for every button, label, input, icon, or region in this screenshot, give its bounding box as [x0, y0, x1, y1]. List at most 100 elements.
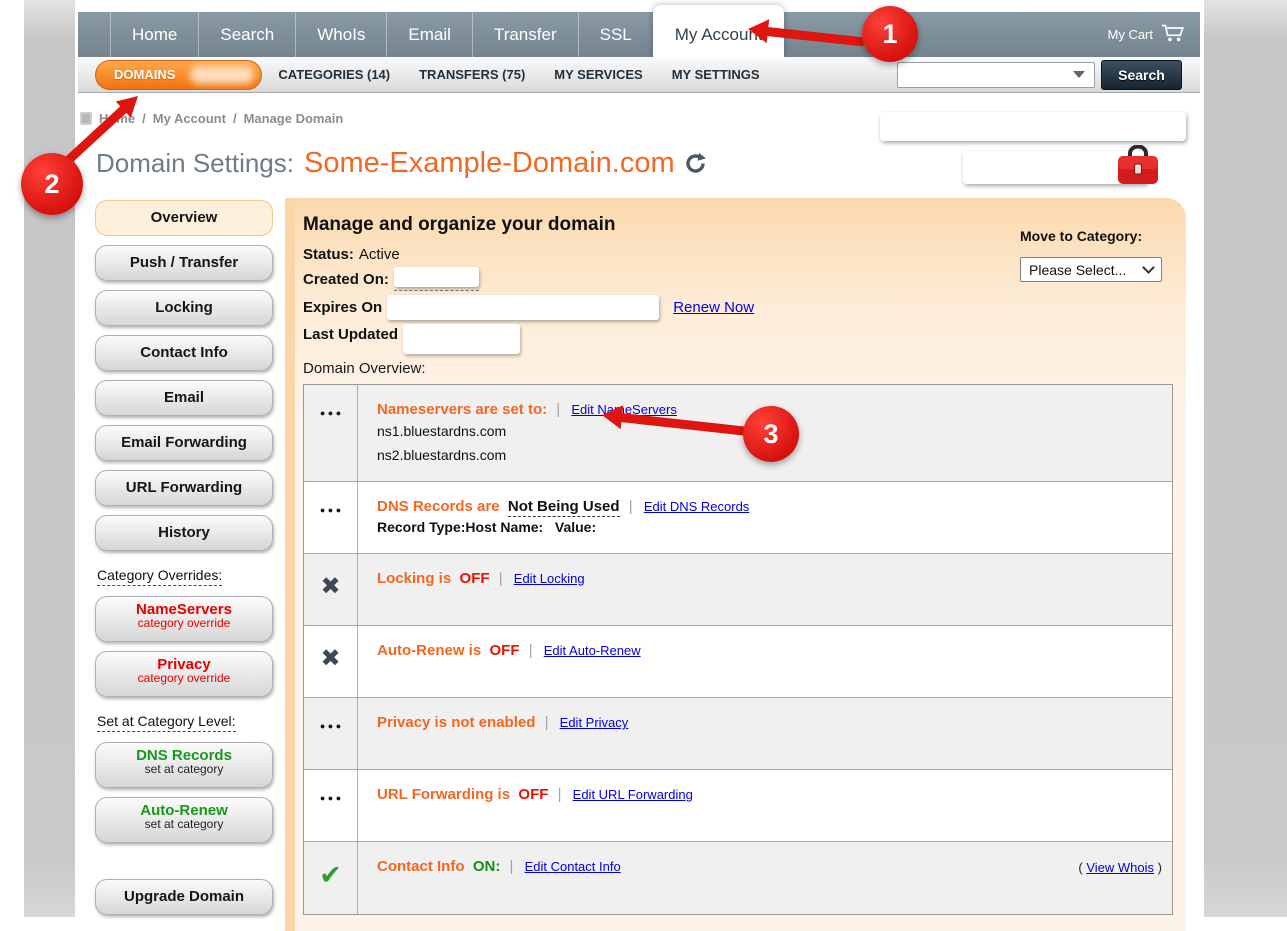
- separator: |: [545, 714, 549, 731]
- nameserver-value: ns1.bluestardns.com: [377, 421, 677, 442]
- row-title-segment: Privacy is not enabled: [377, 714, 535, 731]
- updated-line: Last Updated: [303, 324, 1166, 344]
- domain-settings-sidebar: Overview Push / Transfer Locking Contact…: [95, 200, 285, 924]
- subnav-tab[interactable]: MY SETTINGS: [672, 67, 760, 82]
- row-title-segment: Not Being Used: [508, 498, 620, 517]
- top-nav-tab[interactable]: SSL: [578, 12, 653, 57]
- table-row: Auto-Renew is OFF | Edit Auto-Renew: [304, 626, 1172, 698]
- domain-search-select[interactable]: [897, 62, 1095, 88]
- move-to-category-select[interactable]: Please Select...: [1020, 257, 1162, 282]
- updated-label: Last Updated: [303, 326, 398, 343]
- breadcrumb-item-label: My Account: [153, 111, 226, 126]
- toolbox-icon[interactable]: [1115, 145, 1161, 192]
- sidebar-tab[interactable]: Push / Transfer: [95, 245, 273, 281]
- window-edge-left: [24, 0, 76, 917]
- breadcrumb-item[interactable]: Manage Domain /: [244, 111, 344, 126]
- sidebar-tab[interactable]: Contact Info: [95, 335, 273, 371]
- top-nav-tab[interactable]: Transfer: [472, 12, 578, 57]
- top-nav-tab[interactable]: My Account: [653, 5, 784, 57]
- redacted-updated-date: [403, 324, 520, 354]
- window-edge-right: [1204, 0, 1287, 917]
- breadcrumb-home-icon: [80, 112, 92, 125]
- refresh-icon[interactable]: [684, 152, 707, 175]
- separator: |: [629, 498, 633, 515]
- search-button[interactable]: Search: [1101, 60, 1182, 90]
- breadcrumb-item[interactable]: My Account /: [153, 111, 237, 126]
- row-title: DNS Records are Not Being Used | Edit DN…: [377, 498, 749, 515]
- top-nav-tab-label: Email: [408, 25, 451, 45]
- cross-icon: [304, 626, 358, 697]
- edit-link[interactable]: Edit Privacy: [560, 715, 629, 730]
- renew-now-link[interactable]: Renew Now: [673, 299, 754, 316]
- subnav-tab-label: TRANSFERS (75): [419, 67, 525, 82]
- expires-label: Expires On: [303, 299, 382, 316]
- row-title-segment: OFF: [490, 642, 520, 659]
- separator: |: [556, 401, 560, 418]
- row-title: Locking is OFF | Edit Locking: [377, 570, 585, 587]
- domain-overview-label: Domain Overview:: [303, 360, 1166, 377]
- page-title-prefix: Domain Settings:: [96, 148, 294, 179]
- top-nav-tab[interactable]: WhoIs: [295, 12, 386, 57]
- top-navigation: Home Search WhoIs Email Transfer SSL M: [78, 12, 1200, 57]
- subnav-tab-label: DOMAINS: [114, 67, 175, 82]
- breadcrumb-item[interactable]: Home /: [99, 111, 146, 126]
- edit-link[interactable]: Edit NameServers: [571, 402, 676, 417]
- row-right-area: [1162, 770, 1172, 841]
- sidebar-tab[interactable]: URL Forwarding: [95, 470, 273, 506]
- domain-overview-table: Nameservers are set to: | Edit NameServe…: [303, 384, 1173, 915]
- row-right-area: [1162, 626, 1172, 697]
- top-nav-tab[interactable]: Home: [110, 12, 198, 57]
- override-button-subtitle: category override: [96, 671, 272, 685]
- top-nav-tab[interactable]: Search: [198, 12, 295, 57]
- row-title-segment: Auto-Renew is: [377, 642, 485, 659]
- created-label: Created On:: [303, 271, 389, 288]
- view-whois-link[interactable]: View Whois: [1086, 860, 1154, 875]
- row-right-area: ( View Whois ): [1078, 842, 1172, 914]
- edit-link[interactable]: Edit DNS Records: [644, 499, 749, 514]
- row-title: Auto-Renew is OFF | Edit Auto-Renew: [377, 642, 641, 659]
- top-nav-tab-label: My Account: [675, 25, 763, 45]
- top-nav-tab-label: Search: [220, 25, 274, 45]
- category-override-button[interactable]: Privacy category override: [95, 651, 273, 697]
- edit-link[interactable]: Edit Auto-Renew: [544, 643, 641, 658]
- row-title-segment: OFF: [518, 786, 548, 803]
- cross-icon: [304, 554, 358, 625]
- edit-link[interactable]: Edit Contact Info: [525, 859, 621, 874]
- sidebar-tab[interactable]: Overview: [95, 200, 273, 236]
- edit-link[interactable]: Edit Locking: [514, 571, 585, 586]
- row-title-segment: Contact Info: [377, 858, 469, 875]
- table-row: Privacy is not enabled | Edit Privacy: [304, 698, 1172, 770]
- my-cart-button[interactable]: My Cart: [1108, 12, 1187, 57]
- subnav-tab[interactable]: CATEGORIES (14): [278, 67, 390, 82]
- category-override-button[interactable]: NameServers category override: [95, 596, 273, 642]
- top-nav-tab[interactable]: Email: [386, 12, 472, 57]
- sidebar-tab[interactable]: Locking: [95, 290, 273, 326]
- row-title: Nameservers are set to: | Edit NameServe…: [377, 401, 677, 418]
- sidebar-tab[interactable]: Email Forwarding: [95, 425, 273, 461]
- subnav-tab[interactable]: TRANSFERS (75): [419, 67, 525, 82]
- status-value: Active: [359, 246, 400, 263]
- table-row: Nameservers are set to: | Edit NameServe…: [304, 385, 1172, 482]
- top-nav-tab-label: SSL: [600, 25, 632, 45]
- subnav-tab[interactable]: MY SERVICES: [554, 67, 642, 82]
- dots-icon: [304, 770, 358, 841]
- breadcrumb-separator: /: [142, 111, 146, 126]
- category-level-button[interactable]: DNS Records set at category: [95, 742, 273, 788]
- dropdown-triangle-icon: [1073, 71, 1085, 78]
- category-overrides-label: Category Overrides:: [97, 567, 222, 586]
- edit-link[interactable]: Edit URL Forwarding: [573, 787, 693, 802]
- page: Home Search WhoIs Email Transfer SSL M: [75, 0, 1204, 931]
- category-level-button[interactable]: Auto-Renew set at category: [95, 797, 273, 843]
- separator: |: [558, 786, 562, 803]
- sidebar-tab[interactable]: History: [95, 515, 273, 551]
- upgrade-domain-button[interactable]: Upgrade Domain: [95, 879, 273, 915]
- subnav-tabs: DOMAINS CATEGORIES (14) TRANSFERS (75) M…: [95, 60, 789, 90]
- redacted-expiry-date: [387, 295, 659, 320]
- subnav-tab[interactable]: DOMAINS: [95, 60, 262, 90]
- move-to-category: Move to Category: Please Select...: [1020, 228, 1162, 282]
- check-icon: [304, 842, 358, 914]
- move-to-category-label: Move to Category:: [1020, 228, 1162, 244]
- sidebar-tab[interactable]: Email: [95, 380, 273, 416]
- separator: |: [510, 858, 514, 875]
- paren: ): [1154, 860, 1162, 875]
